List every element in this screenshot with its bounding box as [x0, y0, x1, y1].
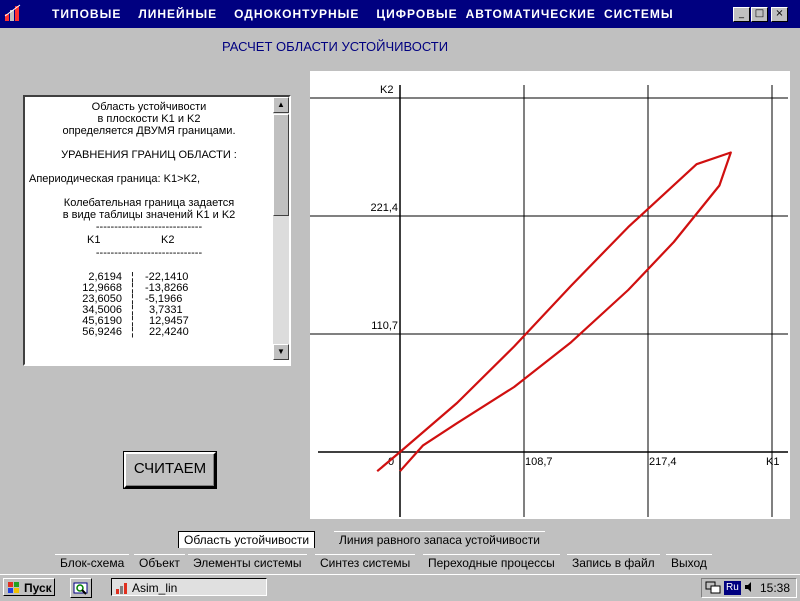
table-row: 2,6194 ¦ -22,1410 [27, 271, 271, 283]
table-separator: ¦ [131, 326, 134, 338]
maximize-button[interactable]: □ [751, 7, 768, 22]
menu-item-odnokonturnye[interactable]: ОДНОКОНТУРНЫЕ [234, 7, 359, 21]
scroll-up-icon[interactable]: ▲ [273, 97, 289, 113]
stability-boundary-line [376, 151, 732, 473]
tab-system-synthesis[interactable]: Синтез системы [315, 554, 416, 571]
menu-item-tipovye[interactable]: ТИПОВЫЕ [52, 7, 121, 21]
language-indicator[interactable]: Ru [724, 581, 741, 595]
info-line: в виде таблицы значений K1 и K2 [62, 209, 236, 221]
tab-save-to-file[interactable]: Запись в файл [567, 554, 660, 571]
table-cell-k1: 56,9246 [82, 326, 122, 338]
info-line: определяется ДВУМЯ границами. [62, 125, 236, 137]
tab-transients[interactable]: Переходные процессы [423, 554, 560, 571]
windows-logo-icon [8, 582, 19, 593]
table-row: 12,9668 ¦ -13,8266 [27, 282, 271, 294]
menu-item-tsifrovye[interactable]: ЦИФРОВЫЕ [376, 7, 457, 21]
calculate-button[interactable]: СЧИТАЕМ [123, 451, 217, 489]
aperiodic-boundary-text: Апериодическая граница: K1>K2, [29, 173, 201, 185]
x-tick-label: 108,7 [525, 456, 553, 468]
taskbar-item-asim-lin[interactable]: Asim_lin [111, 578, 267, 596]
scroll-down-icon[interactable]: ▼ [273, 344, 289, 360]
table-header-k1: K1 [87, 234, 101, 246]
x-tick-label: 217,4 [649, 456, 677, 468]
network-icon[interactable] [705, 581, 721, 595]
table-row: 56,9246 ¦ 22,4240 [27, 326, 271, 338]
menu-item-sistemy[interactable]: СИСТЕМЫ [604, 7, 674, 21]
table-row: 34,5006 ¦ 3,7331 [27, 304, 271, 316]
vertical-scrollbar[interactable]: ▲ ▼ [273, 97, 289, 360]
clock: 15:38 [759, 581, 790, 595]
tab-system-elements[interactable]: Элементы системы [188, 554, 307, 571]
tab-object[interactable]: Объект [134, 554, 185, 571]
chart-svg: K2K10 108,7 217,4110,7221,4 [310, 84, 788, 517]
stability-region-plot: K2 K1 0 108,7 217,4 110,7 221,4 [310, 71, 790, 519]
table-cell-k2: 22,4240 [149, 326, 189, 338]
tab-exit[interactable]: Выход [666, 554, 712, 571]
equations-title: УРАВНЕНИЯ ГРАНИЦ ОБЛАСТИ : [61, 149, 237, 161]
divider-dashes: ----------------------------- [95, 247, 203, 259]
app-icon [4, 4, 21, 21]
volume-icon[interactable] [744, 581, 756, 593]
close-button[interactable]: × [771, 7, 788, 22]
tab-stability-region[interactable]: Область устойчивости [178, 531, 316, 548]
table-header: K1 K2 [27, 233, 271, 247]
info-line: Область устойчивости [91, 101, 207, 113]
start-button[interactable]: Пуск [3, 578, 55, 596]
page-title: РАСЧЕТ ОБЛАСТИ УСТОЙЧИВОСТИ [222, 39, 449, 54]
quick-launch-explorer-icon[interactable] [70, 578, 92, 598]
x-axis-label: K1 [766, 456, 779, 468]
title-bar: ТИПОВЫЕ ЛИНЕЙНЫЕ ОДНОКОНТУРНЫЕ ЦИФРОВЫЕ … [0, 0, 800, 28]
info-text-panel[interactable]: Область устойчивости в плоскости K1 и K2… [23, 95, 291, 366]
table-row: 45,6190 ¦ 12,9457 [27, 315, 271, 327]
menu-item-lineinye[interactable]: ЛИНЕЙНЫЕ [138, 7, 217, 21]
table-header-k2: K2 [161, 234, 175, 246]
minimize-button[interactable]: _ [733, 7, 750, 22]
table-rows: 2,6194 ¦ -22,1410 12,9668 ¦ -13,8266 23,6050 ¦ -… [27, 271, 271, 338]
explorer-icon [73, 582, 88, 595]
info-line: в плоскости K1 и K2 [97, 113, 201, 125]
y-axis-label: K2 [380, 84, 393, 96]
table-row: 23,6050 ¦ -5,1966 [27, 293, 271, 305]
menu-item-avtomaticheskie[interactable]: АВТОМАТИЧЕСКИЕ [466, 7, 596, 21]
scroll-thumb[interactable] [273, 114, 289, 216]
main-menu: ТИПОВЫЕ ЛИНЕЙНЫЕ ОДНОКОНТУРНЫЕ ЦИФРОВЫЕ … [52, 7, 691, 21]
divider-dashes: ----------------------------- [95, 221, 203, 233]
window-controls: _ □ × [733, 7, 788, 22]
info-text-content: Область устойчивости в плоскости K1 и K2… [27, 99, 271, 362]
tab-block-diagram[interactable]: Блок-схема [55, 554, 130, 571]
info-line: Колебательная граница задается [63, 197, 235, 209]
system-tray: Ru 15:38 [701, 578, 797, 598]
start-label: Пуск [24, 581, 52, 595]
y-tick-label: 221,4 [370, 202, 398, 214]
task-label: Asim_lin [132, 581, 178, 595]
app-icon [116, 583, 127, 594]
tab-equal-margin-line[interactable]: Линия равного запаса устойчивости [334, 531, 545, 548]
taskbar: Пуск Asim_lin Ru 15:38 [0, 574, 800, 601]
y-tick-label: 110,7 [371, 320, 398, 332]
